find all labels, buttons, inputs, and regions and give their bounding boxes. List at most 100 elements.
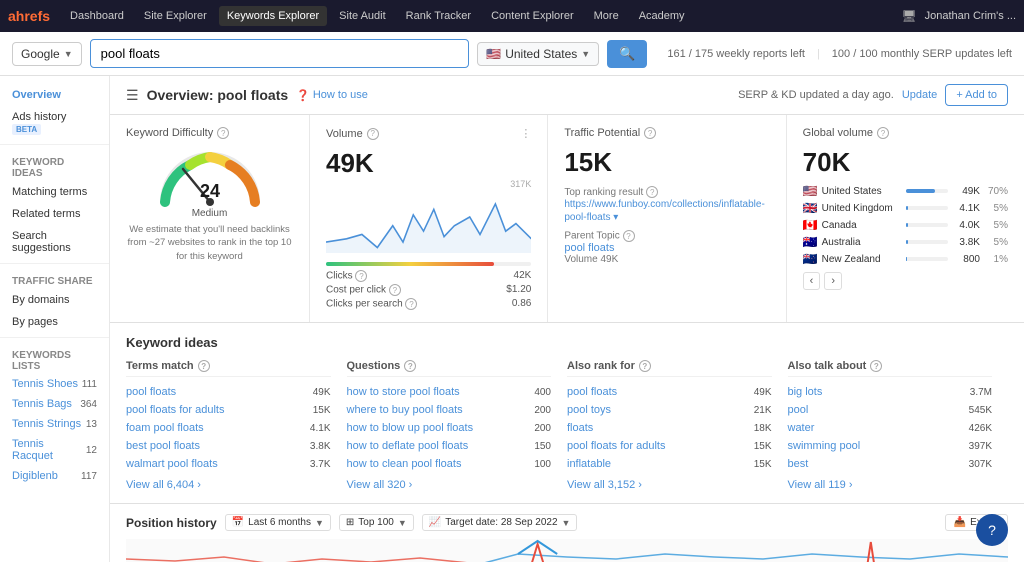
kw-link[interactable]: how to clean pool floats	[347, 458, 462, 470]
kw-row: best pool floats3.8K	[126, 437, 331, 455]
sidebar-list-digiblenb[interactable]: Digiblenb 117	[0, 466, 109, 486]
country-row-uk: 🇬🇧 United Kingdom 4.1K 5%	[803, 201, 1008, 215]
traffic-card-title: Traffic Potential ?	[564, 127, 769, 139]
parent-info[interactable]: ?	[623, 230, 635, 242]
prev-country-btn[interactable]: ‹	[803, 272, 821, 290]
top-result-label: Top ranking result ?	[564, 186, 769, 198]
volume-info-icon[interactable]: ?	[367, 128, 379, 140]
kw-link[interactable]: pool floats	[567, 386, 617, 398]
cps-info[interactable]: ?	[405, 298, 417, 310]
uk-bar	[906, 206, 909, 210]
kw-link[interactable]: pool toys	[567, 404, 611, 416]
sidebar-ads-history[interactable]: Ads history BETA	[0, 106, 109, 140]
kw-link[interactable]: how to deflate pool floats	[347, 440, 469, 452]
kw-link[interactable]: pool floats for adults	[567, 440, 665, 452]
hamburger-icon[interactable]: ☰	[126, 87, 139, 104]
kw-link[interactable]: floats	[567, 422, 593, 434]
engine-selector[interactable]: Google ▼	[12, 42, 82, 66]
traffic-info-icon[interactable]: ?	[644, 127, 656, 139]
terms-view-all[interactable]: View all 6,404 ›	[126, 479, 331, 491]
top-result-url[interactable]: https://www.funboy.com/collections/infla…	[564, 198, 769, 224]
terms-info-icon[interactable]: ?	[198, 360, 210, 372]
content-area: ☰ Overview: pool floats ❓ How to use SER…	[110, 76, 1024, 562]
sidebar-search-suggestions[interactable]: Search suggestions	[0, 225, 109, 259]
kw-link[interactable]: best pool floats	[126, 440, 200, 452]
sidebar-list-tennis-racquet[interactable]: Tennis Racquet 12	[0, 434, 109, 466]
country-row-nz: 🇳🇿 New Zealand 800 1%	[803, 252, 1008, 266]
sidebar-divider-1	[0, 144, 109, 145]
also-rank-view-all[interactable]: View all 3,152 ›	[567, 479, 772, 491]
global-volume-value: 70K	[803, 147, 1008, 178]
also-rank-info-icon[interactable]: ?	[639, 360, 651, 372]
nav-site-audit[interactable]: Site Audit	[331, 6, 393, 26]
kw-row: how to store pool floats400	[347, 383, 552, 401]
sidebar-matching-terms[interactable]: Matching terms	[0, 181, 109, 203]
last-6-months-filter[interactable]: 📅 Last 6 months ▼	[225, 514, 331, 531]
kw-link[interactable]: walmart pool floats	[126, 458, 218, 470]
also-talk-title: Also talk about ?	[788, 360, 993, 377]
nav-content-explorer[interactable]: Content Explorer	[483, 6, 582, 26]
questions-view-all[interactable]: View all 320 ›	[347, 479, 552, 491]
traffic-value: 15K	[564, 147, 769, 178]
nav-site-explorer[interactable]: Site Explorer	[136, 6, 215, 26]
search-button[interactable]: 🔍	[607, 40, 647, 68]
add-to-button[interactable]: + Add to	[945, 84, 1008, 106]
nav-rank-tracker[interactable]: Rank Tracker	[398, 6, 479, 26]
sidebar-list-tennis-shoes[interactable]: Tennis Shoes 111	[0, 374, 109, 394]
kw-link[interactable]: big lots	[788, 386, 823, 398]
kw-row: pool floats49K	[567, 383, 772, 401]
update-link[interactable]: Update	[902, 89, 937, 101]
kw-link[interactable]: how to store pool floats	[347, 386, 460, 398]
sidebar-list-tennis-strings[interactable]: Tennis Strings 13	[0, 414, 109, 434]
sidebar-by-pages[interactable]: By pages	[0, 311, 109, 333]
kw-link[interactable]: water	[788, 422, 815, 434]
nav-dashboard[interactable]: Dashboard	[62, 6, 132, 26]
keyword-search-input[interactable]	[90, 39, 470, 68]
user-menu[interactable]: Jonathan Crim's ...	[925, 10, 1016, 22]
kw-link[interactable]: where to buy pool floats	[347, 404, 463, 416]
country-row-us: 🇺🇸 United States 49K 70%	[803, 184, 1008, 198]
nz-name: New Zealand	[822, 254, 902, 265]
target-date-filter[interactable]: 📈 Target date: 28 Sep 2022 ▼	[422, 514, 578, 531]
kw-link[interactable]: pool floats	[126, 386, 176, 398]
also-talk-info-icon[interactable]: ?	[870, 360, 882, 372]
volume-more-icon[interactable]: ⋮	[520, 127, 531, 140]
beta-badge: BETA	[12, 124, 41, 135]
questions-info-icon[interactable]: ?	[404, 360, 416, 372]
help-button[interactable]: ?	[976, 514, 1008, 546]
parent-topic-link[interactable]: pool floats	[564, 242, 769, 254]
kw-link[interactable]: inflatable	[567, 458, 611, 470]
pos-header: Position history 📅 Last 6 months ▼ ⊞ Top…	[126, 514, 1008, 531]
kw-link[interactable]: pool floats for adults	[126, 404, 224, 416]
nav-more[interactable]: More	[586, 6, 627, 26]
country-selector[interactable]: 🇺🇸 United States ▼	[477, 42, 599, 66]
kw-link[interactable]: best	[788, 458, 809, 470]
page-header: ☰ Overview: pool floats ❓ How to use SER…	[110, 76, 1024, 115]
kw-row: where to buy pool floats200	[347, 401, 552, 419]
nav-academy[interactable]: Academy	[631, 6, 693, 26]
also-talk-view-all[interactable]: View all 119 ›	[788, 479, 993, 491]
difficulty-info-icon[interactable]: ?	[217, 127, 229, 139]
sidebar-overview[interactable]: Overview	[0, 84, 109, 106]
sidebar-related-terms[interactable]: Related terms	[0, 203, 109, 225]
kw-link[interactable]: pool	[788, 404, 809, 416]
top-100-filter[interactable]: ⊞ Top 100 ▼	[339, 514, 414, 531]
next-country-btn[interactable]: ›	[824, 272, 842, 290]
filter2-arrow: ▼	[398, 518, 407, 528]
global-info-icon[interactable]: ?	[877, 127, 889, 139]
nav-keywords-explorer[interactable]: Keywords Explorer	[219, 6, 327, 26]
how-to-use-link[interactable]: ❓ How to use	[296, 89, 368, 102]
kw-row: water426K	[788, 419, 993, 437]
sidebar-by-domains[interactable]: By domains	[0, 289, 109, 311]
ca-name: Canada	[822, 220, 902, 231]
clicks-info[interactable]: ?	[355, 270, 367, 282]
us-name: United States	[822, 186, 902, 197]
also-rank-col: Also rank for ? pool floats49K pool toys…	[567, 360, 788, 491]
kw-link[interactable]: swimming pool	[788, 440, 861, 452]
sidebar-list-tennis-bags[interactable]: Tennis Bags 364	[0, 394, 109, 414]
cpc-info[interactable]: ?	[389, 284, 401, 296]
top-result-info[interactable]: ?	[646, 186, 658, 198]
kw-link[interactable]: foam pool floats	[126, 422, 204, 434]
also-rank-title: Also rank for ?	[567, 360, 772, 377]
kw-link[interactable]: how to blow up pool floats	[347, 422, 474, 434]
